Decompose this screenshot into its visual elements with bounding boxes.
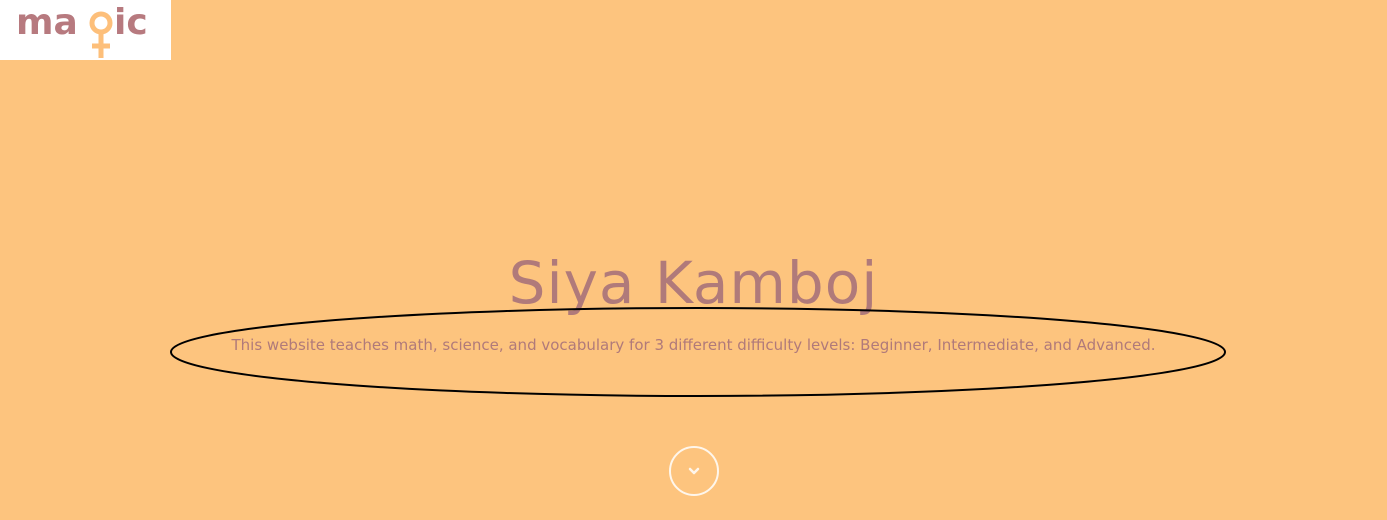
logo-text-ic: ic xyxy=(114,2,148,43)
hero-title: Siya Kamboj xyxy=(508,249,879,317)
logo-text-ma: ma xyxy=(16,2,78,43)
chevron-down-icon xyxy=(688,467,700,475)
logo[interactable]: ma ic xyxy=(0,0,171,60)
logo-image: ma ic xyxy=(16,2,148,58)
scroll-down-button[interactable] xyxy=(669,446,719,496)
hero-subtitle: This website teaches math, science, and … xyxy=(231,336,1156,354)
female-symbol-icon xyxy=(89,11,113,58)
